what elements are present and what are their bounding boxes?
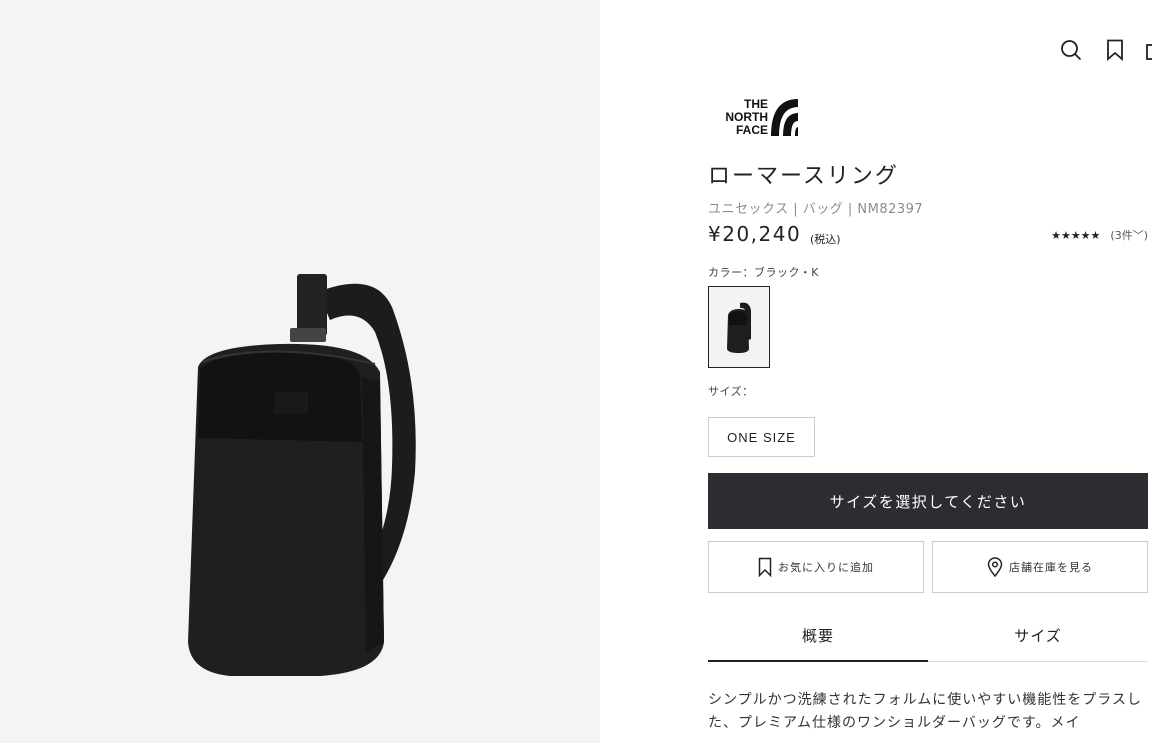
tab-size[interactable]: サイズ: [928, 610, 1148, 661]
color-swatch-black[interactable]: [708, 286, 770, 368]
price: ¥20,240: [708, 222, 802, 246]
size-label: サイズ：: [708, 385, 754, 398]
product-category: ユニセックス | バッグ | NM82397: [708, 202, 924, 217]
product-tabs: 概要 サイズ: [708, 610, 1148, 662]
svg-text:FACE: FACE: [736, 123, 768, 137]
price-row: ¥20,240 (税込) ★★★★★ (3件 ﹀): [708, 222, 1148, 252]
product-title: ローマースリング: [708, 164, 899, 189]
check-store-stock-label: 店舗在庫を見る: [1009, 561, 1093, 574]
swatch-thumbnail: [727, 302, 751, 353]
chevron-down-icon: ﹀): [1132, 229, 1148, 242]
rating[interactable]: ★★★★★ (3件 ﹀): [1051, 227, 1148, 243]
bookmark-icon: [758, 557, 772, 577]
tab-overview[interactable]: 概要: [708, 610, 928, 662]
product-description: シンプルかつ洗練されたフォルムに使いやすい機能性をプラスした、プレミアム仕様のワ…: [708, 692, 1143, 731]
location-pin-icon: [987, 557, 1003, 577]
svg-text:THE: THE: [744, 97, 768, 111]
brand-logo[interactable]: THE NORTH FACE: [708, 96, 800, 138]
svg-text:NORTH: NORTH: [725, 110, 768, 124]
review-count: (3件: [1110, 229, 1133, 242]
color-label: カラー：ブラック・K: [708, 266, 819, 279]
select-size-button[interactable]: サイズを選択してください: [708, 473, 1148, 529]
tax-note: (税込): [810, 233, 841, 246]
product-info: THE NORTH FACE ローマースリング ユニセックス | バッグ | N…: [708, 0, 1152, 743]
product-gallery[interactable]: [0, 0, 600, 743]
size-option-one-size[interactable]: ONE SIZE: [708, 417, 815, 457]
product-image[interactable]: [170, 262, 440, 692]
add-to-favorites-button[interactable]: お気に入りに追加: [708, 541, 924, 593]
star-rating-icon: ★★★★★: [1051, 228, 1101, 242]
add-to-favorites-label: お気に入りに追加: [778, 561, 874, 574]
check-store-stock-button[interactable]: 店舗在庫を見る: [932, 541, 1148, 593]
